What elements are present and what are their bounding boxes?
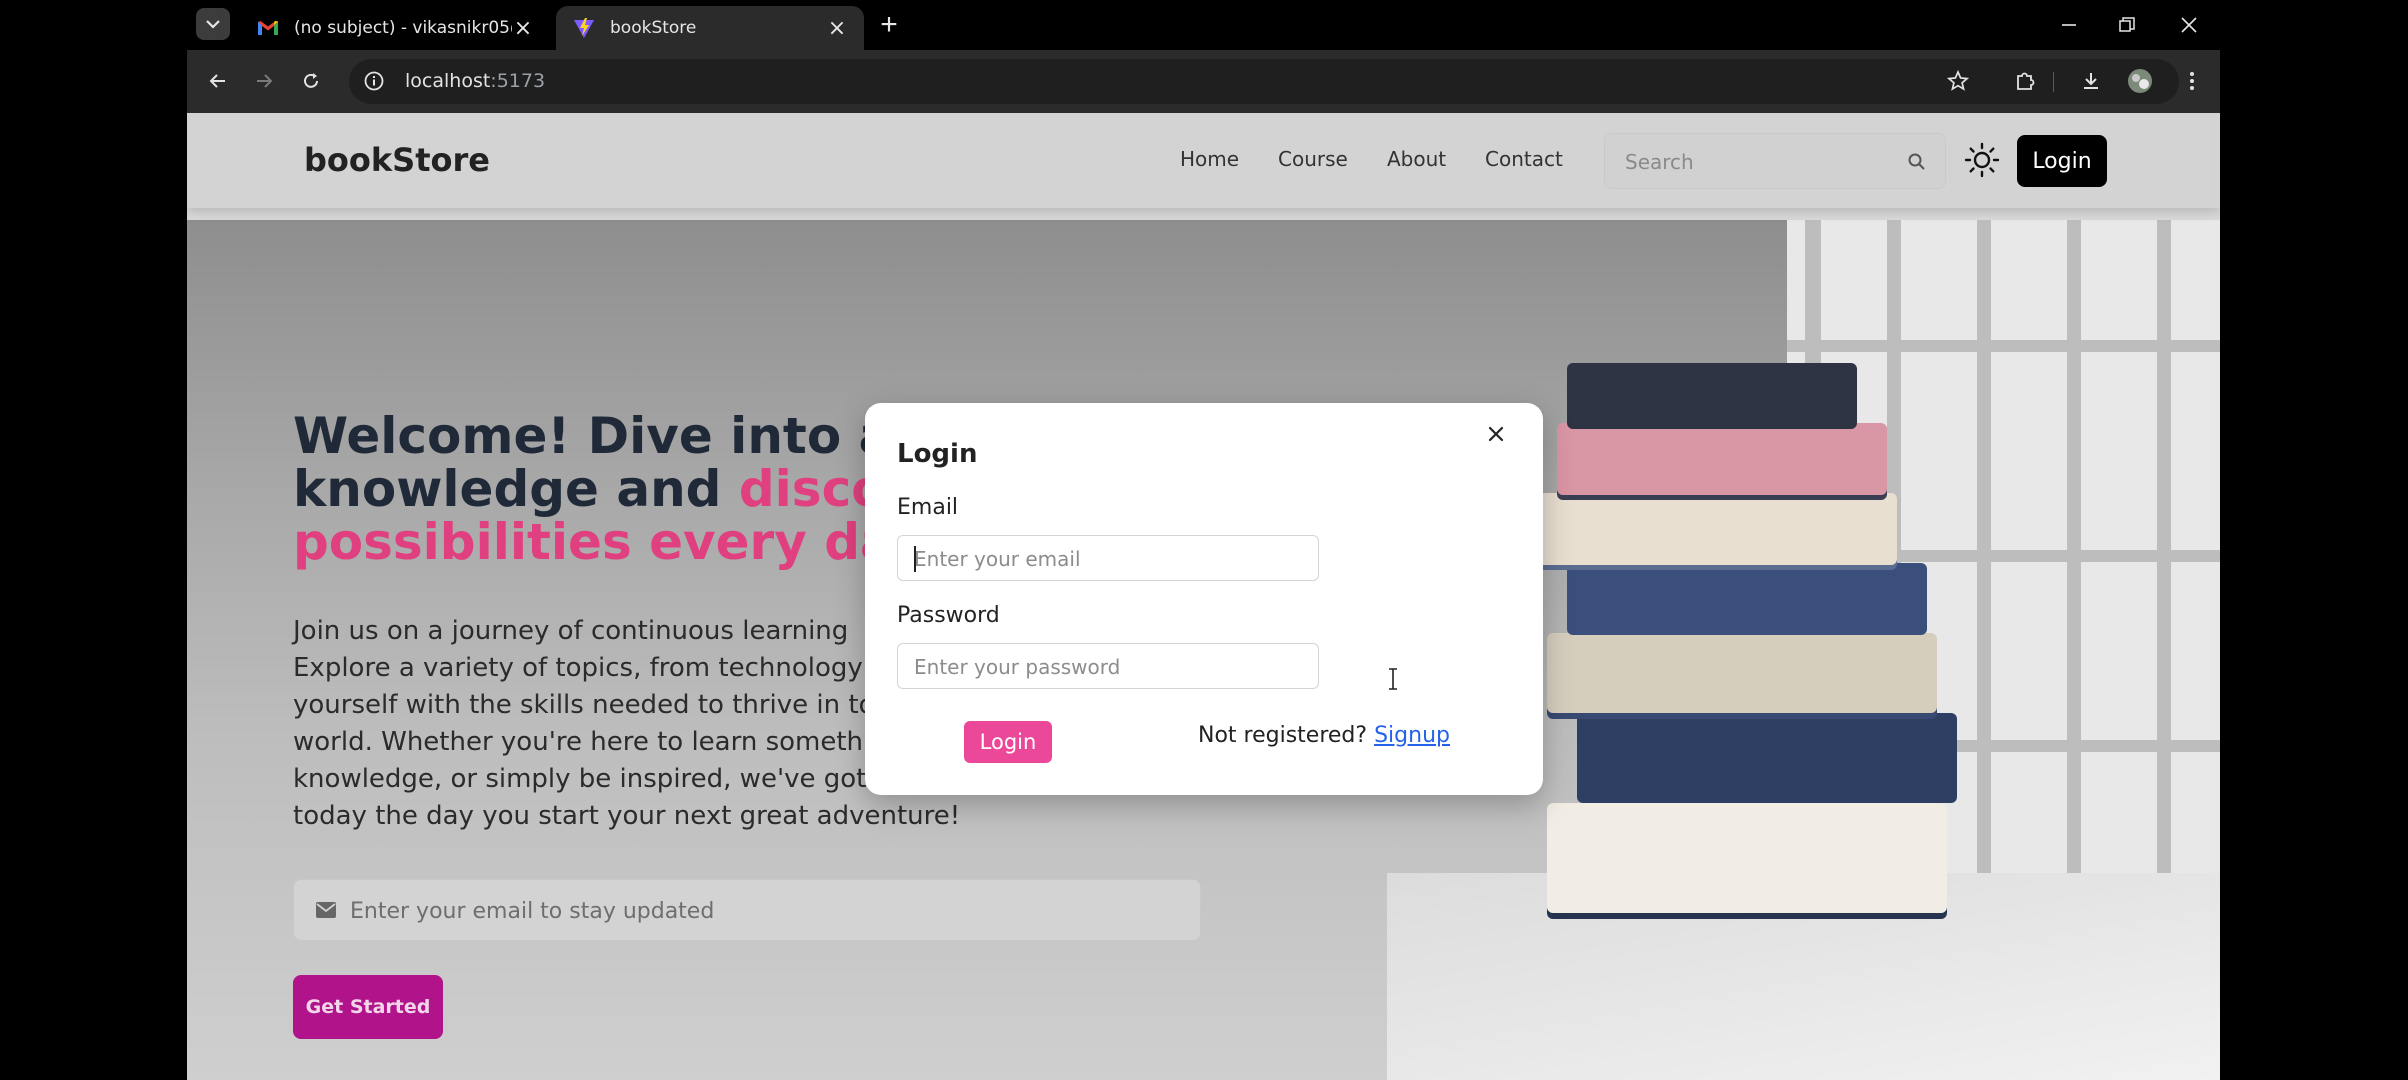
sun-theme-toggle-icon[interactable] xyxy=(1963,141,2001,179)
text-caret xyxy=(914,546,916,572)
password-label: Password xyxy=(897,603,1000,628)
modal-title: Login xyxy=(897,439,978,469)
login-modal: Login Email Password Login Not registere… xyxy=(865,403,1543,795)
search-input[interactable] xyxy=(1625,148,1895,176)
tab-title: (no subject) - vikasnikr05@gma xyxy=(294,18,512,38)
nav-link-course[interactable]: Course xyxy=(1278,147,1348,171)
search-icon[interactable] xyxy=(1907,152,1927,172)
reload-icon[interactable] xyxy=(294,64,328,98)
bookmark-star-icon[interactable] xyxy=(1941,64,1975,98)
nav-link-home[interactable]: Home xyxy=(1180,147,1239,171)
kebab-menu-icon[interactable] xyxy=(2175,64,2209,98)
site-navbar: bookStore Home Course About Contact Logi… xyxy=(187,113,2220,208)
get-started-button[interactable]: Get Started xyxy=(293,975,443,1039)
new-tab-plus-icon[interactable]: + xyxy=(874,8,904,41)
close-icon[interactable] xyxy=(1483,421,1509,447)
email-input[interactable] xyxy=(914,546,1294,572)
text-cursor-icon xyxy=(1389,668,1397,690)
browser-tabstrip: (no subject) - vikasnikr05@gma × bookSto… xyxy=(0,0,2408,50)
vite-icon xyxy=(574,18,594,38)
gmail-icon xyxy=(258,20,278,35)
tab-bookstore[interactable]: bookStore × xyxy=(556,6,864,50)
book-stack-image xyxy=(1507,343,2067,913)
email-label: Email xyxy=(897,495,959,520)
modal-login-button[interactable]: Login xyxy=(964,721,1052,763)
close-tab-icon[interactable]: × xyxy=(512,16,534,41)
browser-toolbar: localhost:5173 xyxy=(187,50,2220,113)
profile-avatar[interactable] xyxy=(2123,64,2157,98)
search-box xyxy=(1604,133,1946,189)
back-arrow-icon[interactable] xyxy=(201,64,235,98)
password-input[interactable] xyxy=(914,654,1294,680)
envelope-icon xyxy=(316,902,336,918)
minimize-icon[interactable] xyxy=(2052,8,2086,42)
brand-logo[interactable]: bookStore xyxy=(304,141,490,179)
site-info-icon[interactable] xyxy=(363,70,385,92)
nav-link-contact[interactable]: Contact xyxy=(1485,147,1563,171)
url-text: localhost:5173 xyxy=(405,70,546,92)
password-field xyxy=(897,643,1319,689)
restore-icon[interactable] xyxy=(2110,8,2144,42)
toolbar-divider xyxy=(2053,72,2054,92)
download-icon[interactable] xyxy=(2074,64,2108,98)
navbar-login-button[interactable]: Login xyxy=(2017,135,2107,187)
extensions-puzzle-icon[interactable] xyxy=(2008,64,2042,98)
address-bar[interactable]: localhost:5173 xyxy=(349,59,2179,104)
email-field xyxy=(897,535,1319,581)
close-tab-icon[interactable]: × xyxy=(826,16,848,41)
nav-link-about[interactable]: About xyxy=(1387,147,1446,171)
tab-title: bookStore xyxy=(610,18,697,38)
newsletter-email-field xyxy=(293,879,1201,941)
page-viewport: bookStore Home Course About Contact Logi… xyxy=(187,113,2220,1080)
newsletter-email-input[interactable] xyxy=(350,896,1170,926)
close-window-icon[interactable] xyxy=(2172,8,2206,42)
chevron-down-icon xyxy=(206,20,220,29)
forward-arrow-icon[interactable] xyxy=(247,64,281,98)
not-registered-text: Not registered? Signup xyxy=(1198,723,1450,748)
signup-link[interactable]: Signup xyxy=(1374,723,1450,748)
tab-search-button[interactable] xyxy=(196,8,230,40)
tab-gmail[interactable]: (no subject) - vikasnikr05@gma × xyxy=(240,6,550,50)
